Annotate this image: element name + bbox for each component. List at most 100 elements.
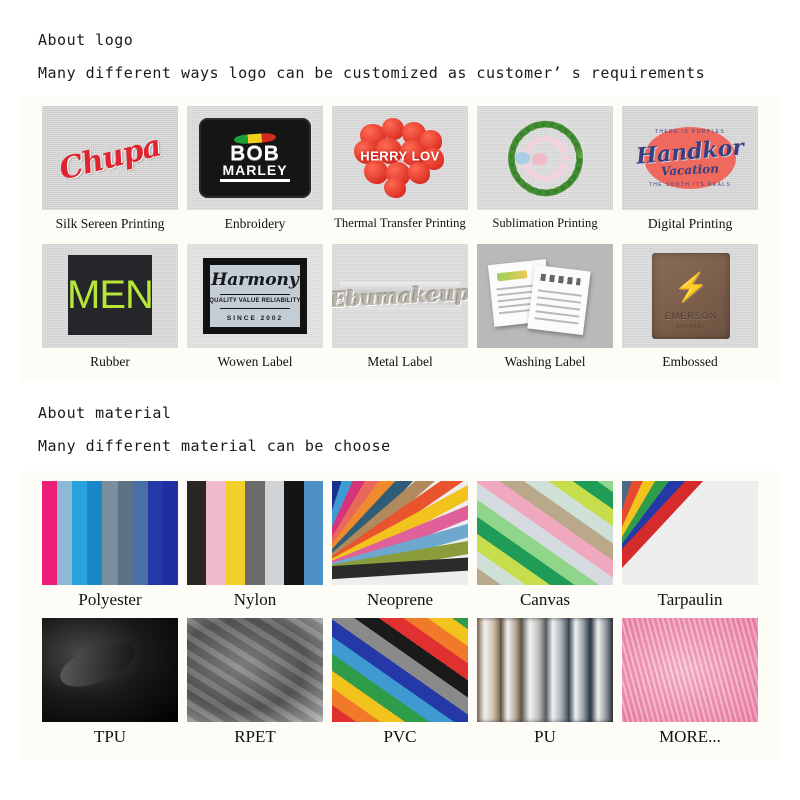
draped-fabric — [187, 618, 323, 723]
material-item-neoprene[interactable]: Neoprene — [332, 480, 468, 610]
logo-item-caption: Enbroidery — [224, 216, 286, 231]
fabric-strip — [57, 480, 73, 585]
logo-item-woven-label[interactable]: Harmony QUALITY VALUE RELIABILITY SINCE … — [187, 243, 323, 370]
fabric-roll — [499, 618, 523, 723]
material-label: Tarpaulin — [657, 589, 723, 609]
logo-item-metal-label[interactable]: Ebumakeup Metal Label — [332, 243, 468, 370]
blossom-icon — [542, 175, 549, 182]
blossom-icon — [534, 173, 542, 181]
fur-texture — [622, 618, 758, 723]
material-label: PU — [534, 727, 556, 747]
polyester-swatch-image — [42, 480, 178, 585]
logo-item-caption: Wowen Label — [217, 353, 293, 369]
label-face: Harmony QUALITY VALUE RELIABILITY SINCE … — [209, 264, 301, 327]
fabric-strips — [42, 480, 178, 585]
fur-strands — [622, 618, 758, 723]
material-label: Polyester — [78, 589, 142, 609]
material-item-tarpaulin[interactable]: Tarpaulin — [622, 480, 758, 610]
logo-item-embossed[interactable]: ⚡ EMERSON APPAREL Embossed — [622, 243, 758, 370]
badge-bottom-text: THE SOUTH ITS REALS — [648, 182, 732, 188]
material-label: Neoprene — [366, 589, 434, 609]
silk-screen-printing-image: Chupa — [42, 106, 178, 210]
material-label: Canvas — [519, 589, 571, 609]
logo-methods-row-1: Chupa Silk Sereen Printing BOB MARLEY En… — [20, 106, 780, 232]
leaf-icon — [573, 141, 584, 160]
material-item-canvas[interactable]: Canvas — [477, 480, 613, 610]
materials-panel: Polyester Nylon Neoprene Canvas Tarpauli… — [20, 470, 780, 760]
material-item-more[interactable]: MORE... — [622, 618, 758, 747]
logo-item-washing-label[interactable]: Washing Label — [477, 243, 613, 370]
fabric-strip — [102, 480, 118, 585]
logo-item-silk-screen-printing[interactable]: Chupa Silk Sereen Printing — [42, 106, 178, 232]
washing-label-image — [477, 243, 613, 348]
embossed-image: ⚡ EMERSON APPAREL — [622, 243, 758, 348]
logo-item-caption: Embossed — [662, 353, 718, 369]
embroidery-image: BOB MARLEY — [187, 106, 323, 210]
emerson-brand-text: EMERSON — [664, 310, 718, 321]
material-item-polyester[interactable]: Polyester — [42, 480, 178, 610]
logo-item-sublimation-printing[interactable]: Sublimation Printing — [477, 106, 613, 232]
fabric-folds — [187, 618, 323, 723]
blossom-icon — [560, 162, 568, 170]
color-fan — [332, 480, 468, 585]
blossom-icon — [562, 155, 569, 162]
logo-item-thermal-transfer-printing[interactable]: HERRY LOV Thermal Transfer Printing — [332, 106, 468, 232]
men-text: MEN — [67, 272, 154, 317]
logo-item-caption: Metal Label — [367, 353, 433, 369]
material-item-pvc[interactable]: PVC — [332, 618, 468, 747]
material-label: MORE... — [659, 727, 721, 747]
tpu-swatch-image — [42, 618, 178, 723]
fabric-strip — [132, 480, 148, 585]
logo-item-caption: Digital Printing — [647, 216, 733, 231]
label-border: Harmony QUALITY VALUE RELIABILITY SINCE … — [203, 257, 307, 334]
care-symbols-icon — [540, 273, 581, 286]
blossom-icon — [549, 173, 557, 181]
product-detail-page: About logo Many different ways logo can … — [0, 0, 800, 800]
rpet-swatch-image — [187, 618, 323, 723]
material-section-subheading: Many different material can be choose — [38, 436, 391, 455]
material-item-rpet[interactable]: RPET — [187, 618, 323, 747]
logo-item-caption: Sublimation Printing — [492, 216, 598, 230]
label-divider — [219, 293, 291, 295]
fabric-strip — [162, 480, 178, 585]
patch-underline — [220, 179, 290, 183]
blossom-icon — [542, 135, 549, 142]
fabric-strip — [87, 480, 103, 585]
metal-label-image: Ebumakeup — [332, 243, 468, 348]
blossom-icon — [560, 147, 568, 155]
logo-item-caption: Rubber — [90, 353, 130, 369]
fabric-strip — [42, 480, 58, 585]
material-item-pu[interactable]: PU — [477, 618, 613, 747]
materials-row-1: Polyester Nylon Neoprene Canvas Tarpauli… — [20, 480, 780, 610]
bob-marley-line2: MARLEY — [222, 162, 288, 179]
logo-item-caption: Thermal Transfer Printing — [334, 216, 466, 230]
tarpaulin-swatch-image — [622, 480, 758, 585]
logo-section-subheading: Many different ways logo can be customiz… — [38, 64, 706, 82]
fabric-strip — [245, 480, 265, 585]
glossy-surface — [42, 618, 178, 723]
pu-swatch-image — [477, 618, 613, 723]
material-label: TPU — [93, 727, 127, 747]
logo-item-digital-printing[interactable]: THERE IS PURPLES Handkor Vacation THE SO… — [622, 106, 758, 232]
bob-marley-line1: BOB — [230, 141, 280, 165]
fabric-strip — [206, 480, 226, 585]
harmony-brand-text: Harmony — [211, 269, 299, 290]
logo-item-embroidery[interactable]: BOB MARLEY Enbroidery — [187, 106, 323, 232]
more-swatch-image — [622, 618, 758, 723]
fabric-strip — [225, 480, 246, 585]
pvc-swatch-image — [332, 618, 468, 723]
material-item-nylon[interactable]: Nylon — [187, 480, 323, 610]
fabric-strip — [303, 480, 323, 585]
blossom-icon — [556, 169, 564, 177]
strawberry-heart-graphic: HERRY LOV — [354, 118, 446, 198]
neoprene-swatch-image — [332, 480, 468, 585]
material-item-tpu[interactable]: TPU — [42, 618, 178, 747]
fabric-strip — [117, 480, 133, 585]
diagonal-stripes — [332, 618, 468, 723]
sublimation-printing-image — [477, 106, 613, 210]
materials-row-2: TPU RPET PVC PU MORE... — [20, 618, 780, 747]
logo-section-heading: About logo — [38, 31, 134, 49]
fabric-strip — [72, 480, 88, 585]
logo-item-rubber[interactable]: MEN Rubber — [42, 243, 178, 370]
lightning-bolt-icon: ⚡ — [673, 271, 709, 303]
